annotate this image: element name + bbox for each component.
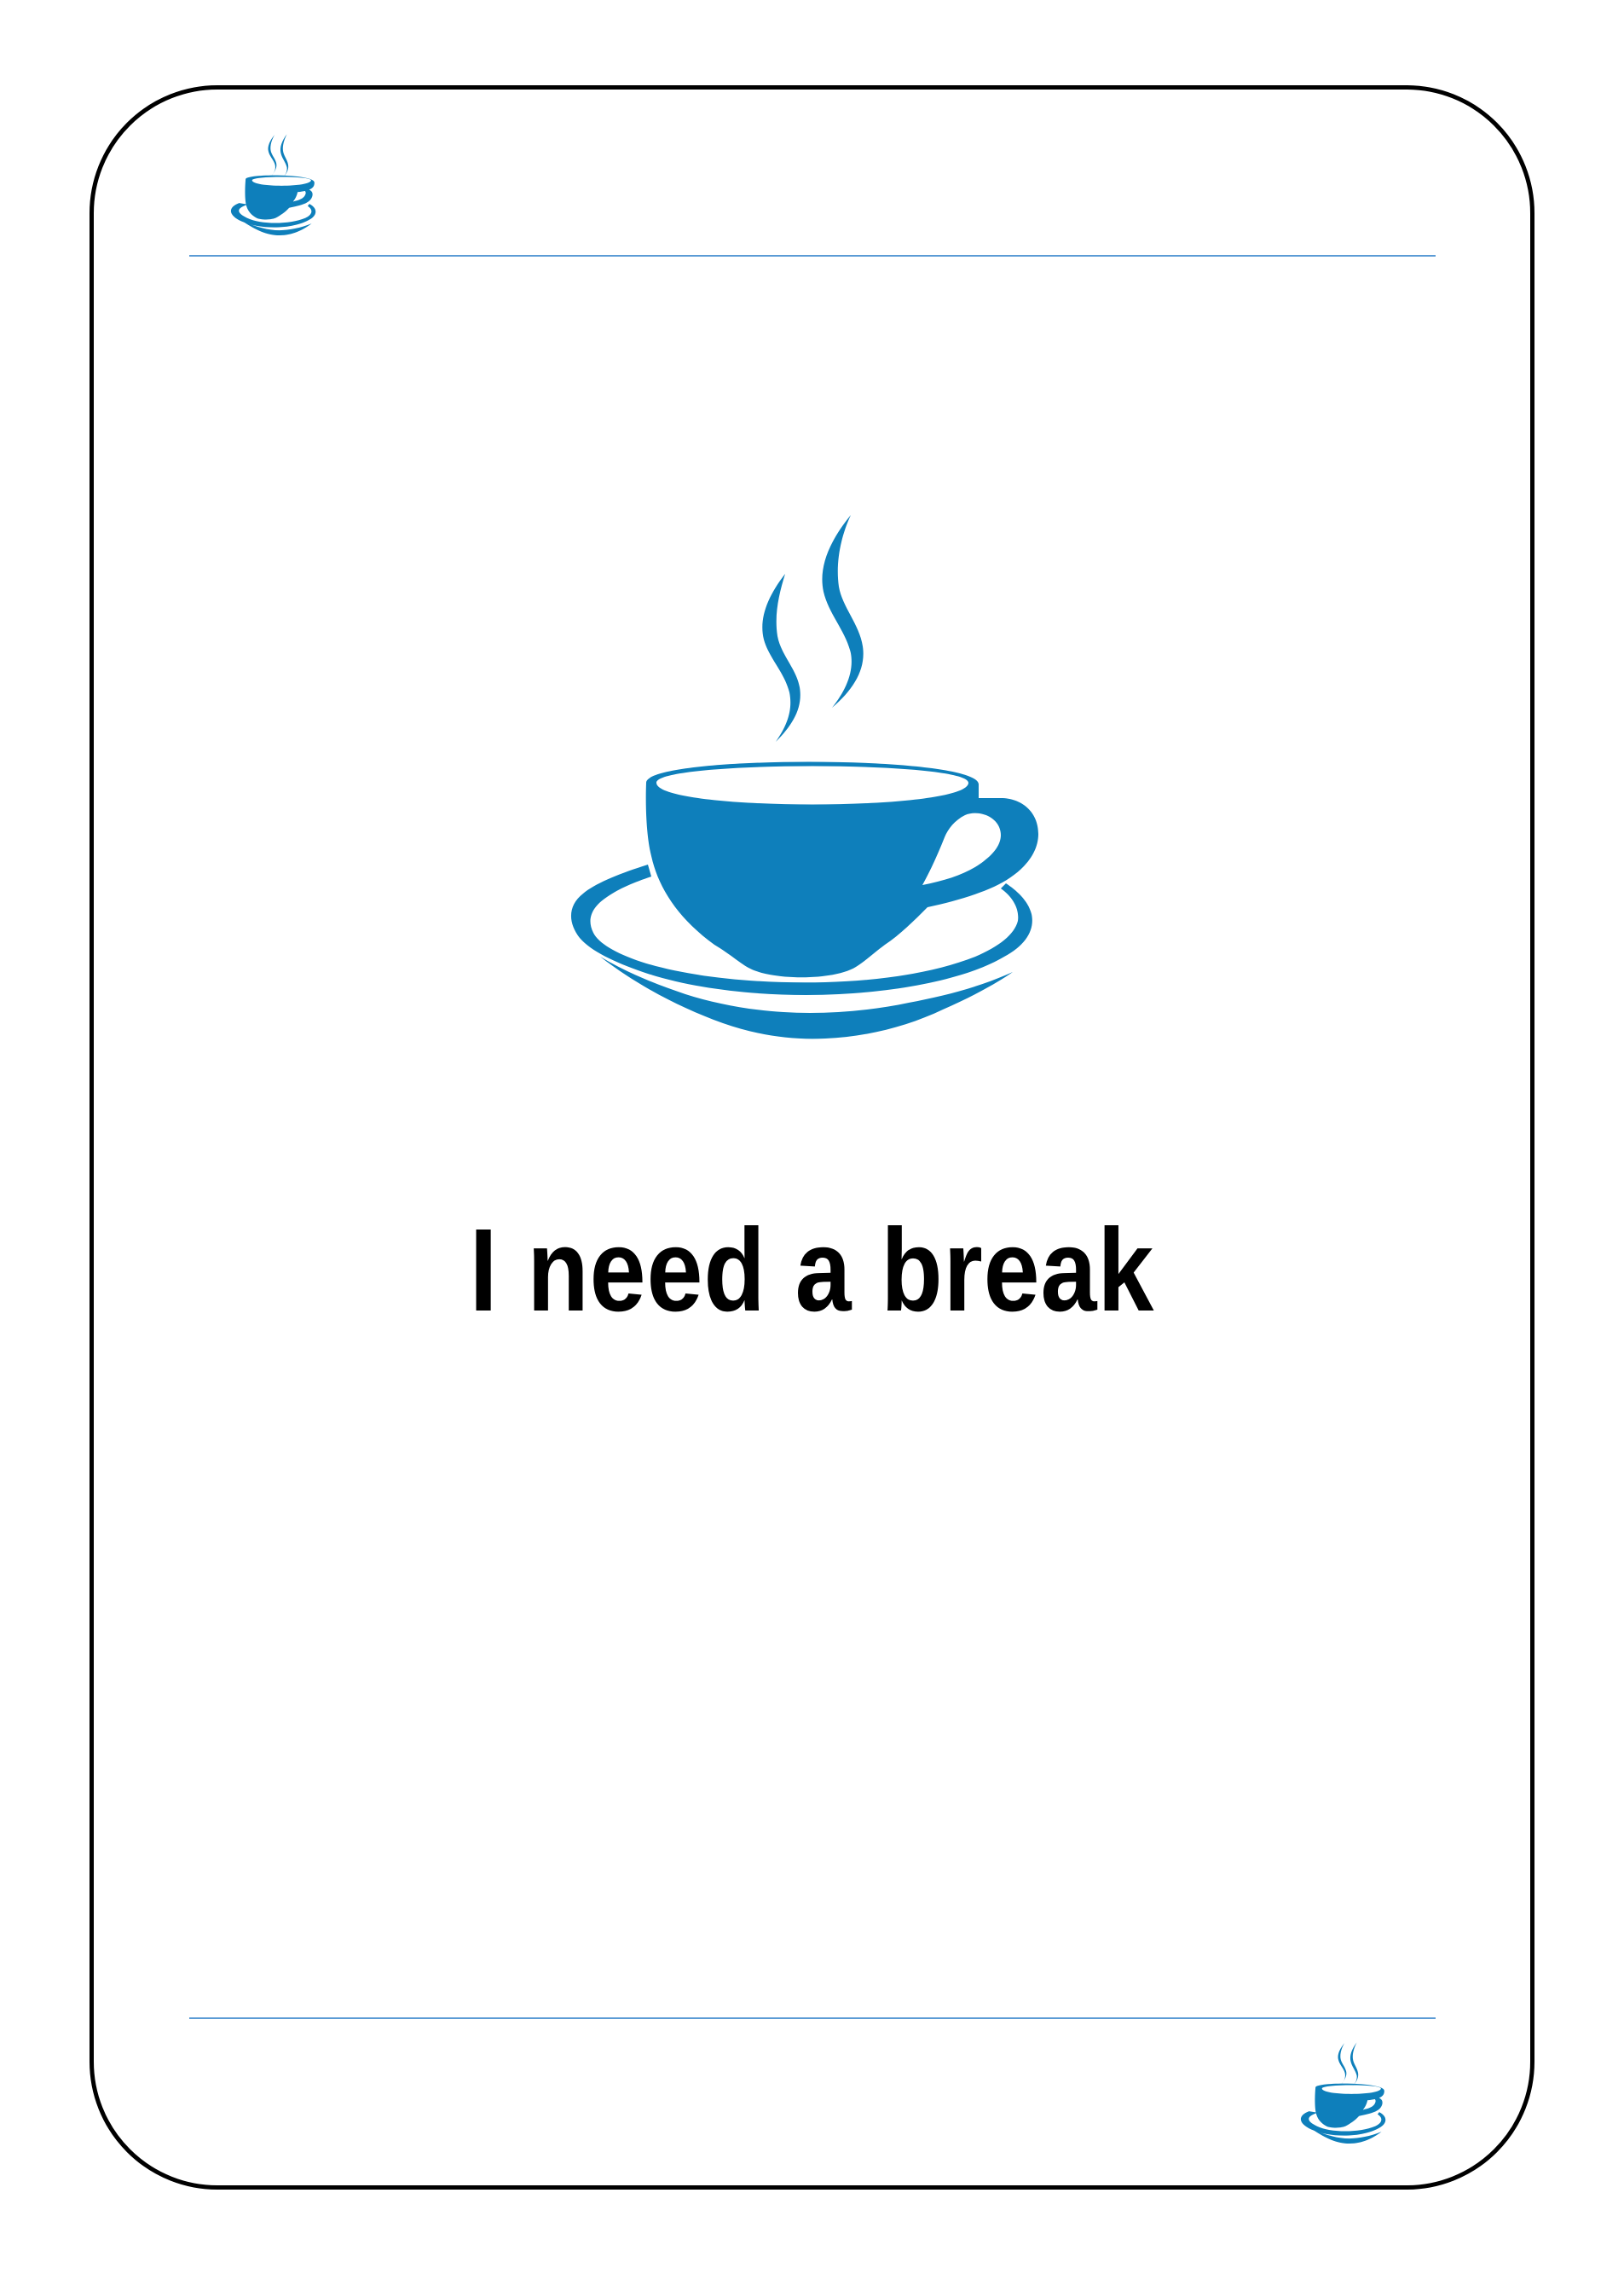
coffee-cup-icon xyxy=(570,515,1038,1039)
cup-body xyxy=(645,761,1038,978)
break-card xyxy=(90,85,1534,2190)
headline-text: I need a break xyxy=(469,1205,1155,1336)
coffee-cup-icon-bottom-right xyxy=(1300,2042,1386,2144)
steam-left xyxy=(762,574,800,742)
steam-right xyxy=(822,515,864,708)
coffee-cup-icon-top-left xyxy=(230,134,316,235)
bottom-divider xyxy=(189,2017,1436,2019)
top-divider xyxy=(189,255,1436,257)
